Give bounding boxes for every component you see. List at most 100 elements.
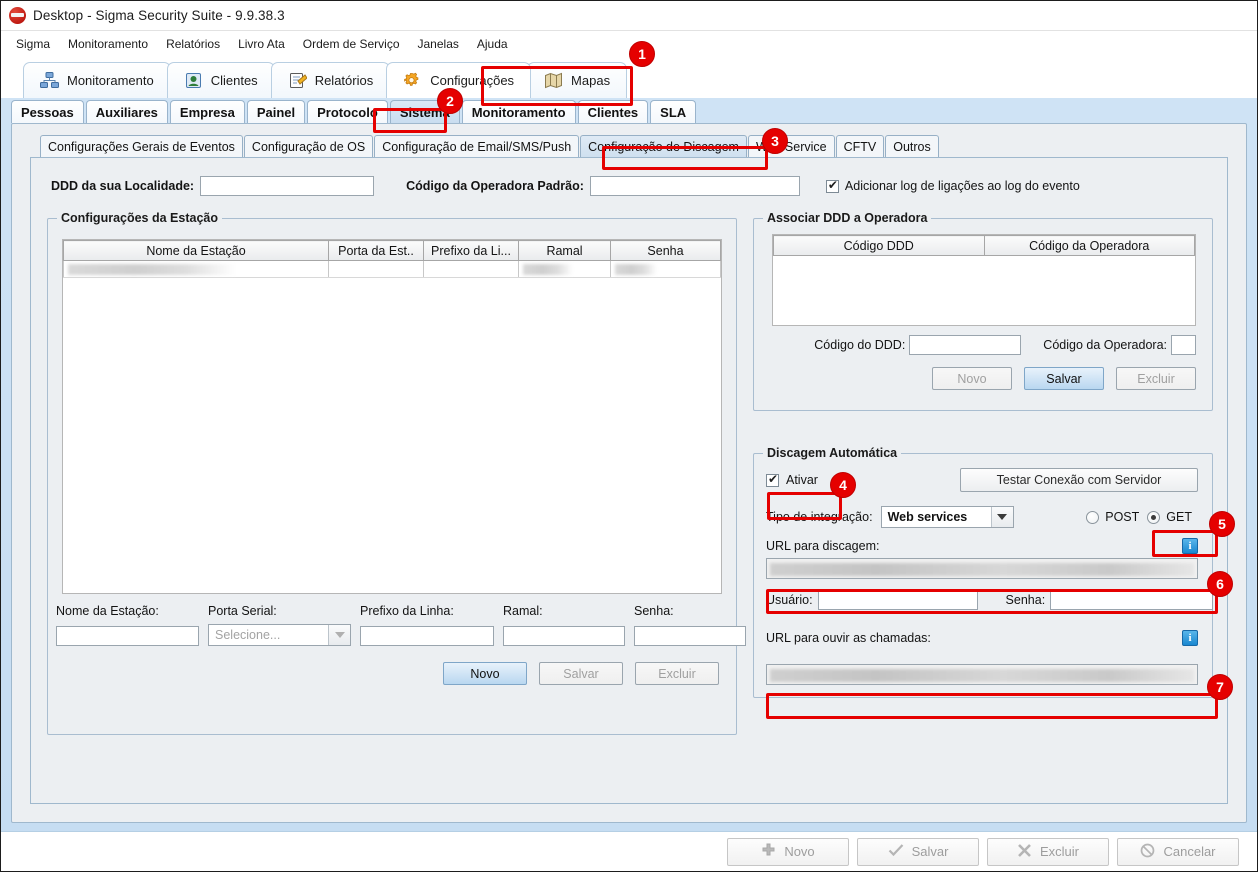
field-label: Senha: xyxy=(634,604,674,618)
method-post-label: POST xyxy=(1105,510,1140,524)
log-calls-checkbox[interactable] xyxy=(825,178,839,193)
ddd-excluir-button[interactable]: Excluir xyxy=(1116,367,1196,390)
tab3-web-service[interactable]: Web Service xyxy=(747,135,835,157)
ddd-salvar-button[interactable]: Salvar xyxy=(1024,367,1104,390)
tab3-cftv[interactable]: CFTV xyxy=(835,135,885,157)
menu-item-ordem-de-servico[interactable]: Ordem de Serviço xyxy=(294,34,409,54)
dial-activate-checkbox-wrap[interactable]: Ativar xyxy=(766,472,818,487)
station-table: Nome da Estação Porta da Est.. Prefixo d… xyxy=(63,240,721,278)
menu-item-livro-ata[interactable]: Livro Ata xyxy=(229,34,294,54)
bottom-excluir-button[interactable]: Excluir xyxy=(987,837,1109,866)
station-form-buttons: Novo Salvar Excluir xyxy=(56,662,722,685)
module-tab-mapas[interactable]: Mapas xyxy=(527,62,628,98)
tab3-outros[interactable]: Outros xyxy=(885,135,939,157)
bottom-toolbar: Novo Salvar Excluir Cancelar xyxy=(1,831,1257,871)
porta-serial-combo[interactable]: Selecione... xyxy=(208,624,351,646)
menu-item-sigma[interactable]: Sigma xyxy=(7,34,59,54)
field-nome-da-estacao: Nome da Estação: xyxy=(56,604,199,646)
menu-item-janelas[interactable]: Janelas xyxy=(409,34,468,54)
col-codigo-da-operadora: Código da Operadora xyxy=(983,235,1195,256)
sub-tab-protocolo[interactable]: Protocolo xyxy=(307,100,388,123)
prefixo-da-linha-input[interactable] xyxy=(360,626,494,646)
col-prefixo-da-linha: Prefixo da Li... xyxy=(423,240,519,261)
ddd-locality-input[interactable] xyxy=(200,176,375,196)
annotation-marker-7: 7 xyxy=(1207,674,1233,700)
url-listen-block: URL para ouvir as chamadas: i xyxy=(766,630,1198,685)
top-fields-row: DDD da sua Localidade: Código da Operado… xyxy=(51,176,1215,196)
col-ramal: Ramal xyxy=(518,240,611,261)
chevron-down-icon[interactable] xyxy=(328,625,350,645)
station-salvar-button[interactable]: Salvar xyxy=(539,662,623,685)
tab3-configuracoes-gerais-de-eventos[interactable]: Configurações Gerais de Eventos xyxy=(40,135,243,157)
table-row[interactable] xyxy=(63,260,721,278)
plus-icon xyxy=(761,843,776,861)
nome-da-estacao-input[interactable] xyxy=(56,626,199,646)
log-calls-label: Adicionar log de ligações ao log do even… xyxy=(844,179,1080,193)
station-novo-button[interactable]: Novo xyxy=(443,662,527,685)
module-tab-clientes[interactable]: Clientes xyxy=(166,62,275,98)
tab3-configuracao-de-email-sms-push[interactable]: Configuração de Email/SMS/Push xyxy=(374,135,580,157)
sub-tab-sla[interactable]: SLA xyxy=(650,100,697,123)
menu-item-relatorios[interactable]: Relatórios xyxy=(157,34,229,54)
log-calls-checkbox-wrap[interactable]: Adicionar log de ligações ao log do even… xyxy=(825,178,1080,193)
station-settings-group: Configurações da Estação Nome da Estação… xyxy=(47,211,746,735)
sub-tab-clientes[interactable]: Clientes xyxy=(577,100,649,123)
usuario-input[interactable] xyxy=(817,590,978,610)
method-get-radio[interactable] xyxy=(1147,510,1161,524)
dial-activate-checkbox[interactable] xyxy=(766,472,779,487)
ddd-fields-row: Código do DDD: Código da Operadora: xyxy=(772,335,1196,355)
ban-icon xyxy=(1140,843,1155,861)
col-codigo-ddd: Código DDD xyxy=(773,235,985,256)
bottom-salvar-button[interactable]: Salvar xyxy=(857,837,979,866)
module-tab-label: Monitoramento xyxy=(67,73,154,88)
title-bar: Desktop - Sigma Security Suite - 9.9.38.… xyxy=(1,1,1257,31)
module-tab-label: Configurações xyxy=(430,73,515,88)
check-icon xyxy=(888,843,904,861)
codigo-da-operadora-input[interactable] xyxy=(1171,335,1196,355)
info-icon[interactable]: i xyxy=(1182,538,1198,554)
test-server-connection-button[interactable]: Testar Conexão com Servidor xyxy=(960,468,1198,492)
chevron-down-icon[interactable] xyxy=(990,507,1013,527)
sub-tab-pessoas[interactable]: Pessoas xyxy=(11,100,84,123)
senha-input[interactable] xyxy=(634,626,746,646)
menu-item-monitoramento[interactable]: Monitoramento xyxy=(59,34,157,54)
window-title: Desktop - Sigma Security Suite - 9.9.38.… xyxy=(33,8,285,23)
method-get-wrap[interactable]: GET xyxy=(1147,510,1198,524)
method-post-wrap[interactable]: POST xyxy=(1086,510,1147,524)
tab3-configuracao-de-discagem[interactable]: Configuração de Discagem xyxy=(580,135,747,157)
module-tab-monitoramento[interactable]: Monitoramento xyxy=(23,62,171,98)
method-post-radio[interactable] xyxy=(1086,510,1100,524)
station-excluir-button[interactable]: Excluir xyxy=(635,662,719,685)
module-tab-relatorios[interactable]: Relatórios xyxy=(270,62,391,98)
field-ramal: Ramal: xyxy=(503,604,625,646)
section-tab-bar: Configurações Gerais de Eventos Configur… xyxy=(12,133,1246,157)
bottom-button-label: Novo xyxy=(784,844,815,859)
sub-tab-painel[interactable]: Painel xyxy=(246,100,306,123)
url-dial-input[interactable] xyxy=(766,558,1198,579)
station-table-wrapper[interactable]: Nome da Estação Porta da Est.. Prefixo d… xyxy=(62,239,722,594)
content-area: Pessoas Auxiliares Empresa Painel Protoc… xyxy=(1,98,1257,831)
codigo-do-ddd-input[interactable] xyxy=(909,335,1022,355)
tab3-configuracao-de-os[interactable]: Configuração de OS xyxy=(243,135,374,157)
dial-senha-input[interactable] xyxy=(1050,590,1214,610)
cell-nome-da-estacao xyxy=(63,260,329,278)
bottom-novo-button[interactable]: Novo xyxy=(727,837,849,866)
bottom-cancelar-button[interactable]: Cancelar xyxy=(1117,837,1239,866)
url-listen-input[interactable] xyxy=(766,664,1198,685)
menu-item-ajuda[interactable]: Ajuda xyxy=(468,34,517,54)
sub-tab-monitoramento[interactable]: Monitoramento xyxy=(461,100,576,123)
ddd-table-wrapper[interactable]: Código DDD Código da Operadora xyxy=(772,234,1196,326)
integration-type-label: Tipo de integração: xyxy=(766,510,873,524)
info-icon[interactable]: i xyxy=(1182,630,1198,646)
dial-activate-label: Ativar xyxy=(786,473,818,487)
default-operator-code-input[interactable] xyxy=(589,176,800,196)
redacted-value xyxy=(68,264,236,276)
sub-tab-auxiliares[interactable]: Auxiliares xyxy=(85,100,168,123)
integration-type-combo[interactable]: Web services xyxy=(880,506,1014,528)
sub-tab-empresa[interactable]: Empresa xyxy=(169,100,245,123)
col-porta-da-estacao: Porta da Est.. xyxy=(328,240,424,261)
codigo-do-ddd-label: Código do DDD: xyxy=(814,338,906,352)
station-table-header-row: Nome da Estação Porta da Est.. Prefixo d… xyxy=(63,240,721,261)
ddd-novo-button[interactable]: Novo xyxy=(932,367,1012,390)
ramal-input[interactable] xyxy=(503,626,625,646)
